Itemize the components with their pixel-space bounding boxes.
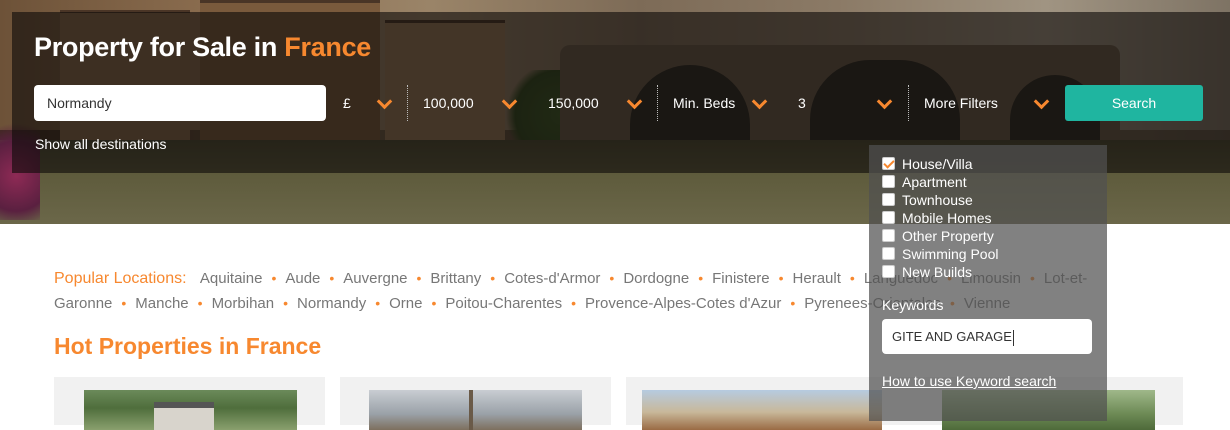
hot-properties-title: Hot Properties in France: [54, 333, 322, 359]
popular-location-link[interactable]: Cotes-d'Armor: [504, 270, 600, 287]
popular-location-link[interactable]: Provence-Alpes-Cotes d'Azur: [585, 295, 781, 312]
page-title: Property for Sale in France: [34, 32, 371, 63]
chevron-down-icon[interactable]: [877, 96, 891, 110]
divider: [908, 85, 909, 121]
checkbox-icon[interactable]: [882, 247, 895, 260]
title-text: Property for Sale in: [34, 32, 285, 62]
keywords-input[interactable]: GITE AND GARAGE: [882, 319, 1092, 354]
bullet-separator: •: [778, 270, 784, 286]
popular-location-link[interactable]: Morbihan: [212, 295, 275, 312]
filter-option-label: House/Villa: [902, 156, 973, 172]
title-country: France: [284, 32, 372, 62]
house-shape: [154, 402, 214, 430]
popular-location-link[interactable]: Manche: [135, 295, 188, 312]
popular-location-link[interactable]: Herault: [793, 270, 841, 287]
divider: [657, 85, 658, 121]
property-photo[interactable]: [642, 390, 882, 430]
bullet-separator: •: [283, 295, 289, 311]
min-beds-label[interactable]: Min. Beds: [673, 85, 735, 121]
popular-location-link[interactable]: Auvergne: [343, 270, 407, 287]
show-all-destinations-link[interactable]: Show all destinations: [35, 136, 167, 152]
filter-option-label: Mobile Homes: [902, 210, 992, 226]
divider: [407, 85, 408, 121]
checkbox-icon[interactable]: [882, 175, 895, 188]
popular-locations-label: Popular Locations:: [54, 270, 187, 287]
more-filters-dropdown: House/Villa Apartment Townhouse Mobile Home…: [869, 145, 1107, 421]
checkbox-icon[interactable]: [882, 211, 895, 224]
chevron-down-icon[interactable]: [627, 96, 641, 110]
popular-location-link[interactable]: Dordogne: [623, 270, 689, 287]
checkbox-icon[interactable]: [882, 265, 895, 278]
bullet-separator: •: [431, 295, 437, 311]
bullet-separator: •: [490, 270, 496, 286]
property-photo[interactable]: [84, 390, 297, 430]
checkbox-icon[interactable]: [882, 157, 895, 170]
chevron-down-icon[interactable]: [502, 96, 516, 110]
bullet-separator: •: [121, 295, 127, 311]
location-input[interactable]: Normandy: [34, 85, 326, 121]
bullet-separator: •: [197, 295, 203, 311]
popular-location-link[interactable]: Normandy: [297, 295, 366, 312]
filter-option-label: Swimming Pool: [902, 246, 999, 262]
currency-select[interactable]: £: [343, 85, 351, 121]
property-card[interactable]: [54, 377, 325, 430]
more-filters-select[interactable]: More Filters: [924, 85, 998, 121]
beds-select[interactable]: 3: [798, 85, 806, 121]
filter-option-label: New Builds: [902, 264, 973, 280]
text-caret: [1012, 329, 1014, 346]
filter-option-label: Townhouse: [902, 192, 973, 208]
bullet-separator: •: [609, 270, 615, 286]
filter-option-label: Other Property: [902, 228, 994, 244]
tree-trunk: [469, 390, 473, 430]
search-button[interactable]: Search: [1065, 85, 1203, 121]
bullet-separator: •: [849, 270, 855, 286]
chevron-down-icon[interactable]: [377, 96, 391, 110]
popular-location-link[interactable]: Brittany: [430, 270, 481, 287]
bullet-separator: •: [416, 270, 422, 286]
keywords-label: Keywords: [882, 297, 944, 313]
bullet-separator: •: [271, 270, 277, 286]
bullet-separator: •: [571, 295, 577, 311]
popular-location-link[interactable]: Orne: [389, 295, 422, 312]
keyword-help-link[interactable]: How to use Keyword search: [882, 373, 1056, 389]
bullet-separator: •: [375, 295, 381, 311]
chevron-down-icon[interactable]: [752, 96, 766, 110]
property-photo[interactable]: [369, 390, 582, 430]
popular-location-link[interactable]: Poitou-Charentes: [445, 295, 562, 312]
popular-location-link[interactable]: Aude: [285, 270, 320, 287]
keywords-value: GITE AND GARAGE: [892, 329, 1012, 344]
bullet-separator: •: [698, 270, 704, 286]
checkbox-icon[interactable]: [882, 193, 895, 206]
filter-option-label: Apartment: [902, 174, 967, 190]
popular-location-link[interactable]: Finistere: [712, 270, 770, 287]
min-price-select[interactable]: 100,000: [423, 85, 474, 121]
bullet-separator: •: [329, 270, 335, 286]
max-price-select[interactable]: 150,000: [548, 85, 599, 121]
bullet-separator: •: [790, 295, 796, 311]
checkbox-icon[interactable]: [882, 229, 895, 242]
chevron-down-icon[interactable]: [1034, 96, 1048, 110]
popular-location-link[interactable]: Aquitaine: [200, 270, 263, 287]
property-card[interactable]: [340, 377, 611, 430]
